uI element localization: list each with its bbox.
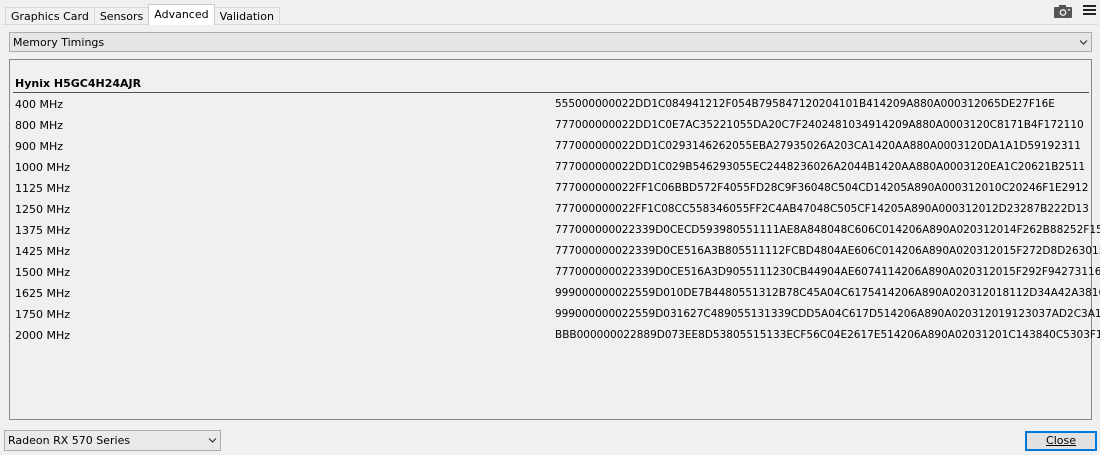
timing-value: BBB000000022889D073EE8D53805515133ECF56C…	[555, 329, 1100, 341]
timing-value: 777000000022DD1C029B546293055EC244823602…	[555, 161, 1086, 173]
timing-frequency: 800 MHz	[15, 119, 64, 132]
camera-icon[interactable]	[1053, 5, 1073, 18]
timing-row: 1250 MHz 777000000022FF1C08CC558346055FF2…	[15, 199, 1089, 220]
timing-value: 777000000022FF1C06BBD572F4055FD28C9F3604…	[555, 182, 1089, 194]
timing-frequency: 400 MHz	[15, 98, 64, 111]
tab-validation[interactable]: Validation	[213, 7, 280, 25]
timing-value: 777000000022FF1C08CC558346055FF2C4AB4704…	[555, 203, 1089, 215]
timing-frequency: 1625 MHz	[15, 287, 71, 300]
timing-row: 900 MHz 777000000022DD1C0293146262055EBA2…	[15, 136, 1089, 157]
timing-frequency: 1250 MHz	[15, 203, 71, 216]
timing-value: 777000000022DD1C0293146262055EBA27935026…	[555, 140, 1081, 152]
timing-value: 777000000022339D0CE516A3D9055111230CB449…	[555, 266, 1100, 278]
timing-value: 777000000022339D0CECD593980551111AE8A848…	[555, 224, 1100, 236]
tab-graphics-card[interactable]: Graphics Card	[5, 7, 95, 25]
tab-sensors[interactable]: Sensors	[93, 7, 150, 25]
timing-row: 1425 MHz 777000000022339D0CE516A3B8055111…	[15, 241, 1100, 262]
close-button[interactable]: Close	[1025, 431, 1097, 451]
timing-frequency: 1500 MHz	[15, 266, 71, 279]
timing-row: 1625 MHz 999000000022559D010DE7B448055131…	[15, 283, 1100, 304]
gpu-select-value: Radeon RX 570 Series	[8, 434, 131, 447]
timing-value: 555000000022DD1C084941212F054B7958471202…	[555, 98, 1055, 110]
tab-advanced[interactable]: Advanced	[148, 4, 215, 25]
memory-timings-list: Hynix H5GC4H24AJR 400 MHz 555000000022DD1…	[9, 59, 1100, 420]
section-select[interactable]: Memory Timings	[9, 32, 1092, 52]
tab-bar: Graphics Card Sensors Advanced Validatio…	[5, 4, 280, 25]
timing-value: 777000000022DD1C0E7AC35221055DA20C7F2402…	[555, 119, 1084, 131]
memory-vendor-name: Hynix H5GC4H24AJR	[15, 77, 142, 90]
timing-row: 400 MHz 555000000022DD1C084941212F054B795…	[15, 94, 1089, 115]
timing-row: 1500 MHz 777000000022339D0CE516A3D9055111…	[15, 262, 1100, 283]
timing-row: 2000 MHz BBB000000022889D073EE8D538055151…	[15, 325, 1100, 346]
timing-frequency: 1000 MHz	[15, 161, 71, 174]
timing-frequency: 1375 MHz	[15, 224, 71, 237]
timing-frequency: 1750 MHz	[15, 308, 71, 321]
timing-frequency: 2000 MHz	[15, 329, 71, 342]
timing-value: 999000000022559D010DE7B4480551312B78C45A…	[555, 287, 1100, 299]
chevron-down-icon	[1079, 38, 1088, 47]
timing-rows: 400 MHz 555000000022DD1C084941212F054B795…	[15, 94, 1100, 346]
timing-value: 777000000022339D0CE516A3B805511112FCBD48…	[555, 245, 1100, 257]
timing-value: 999000000022559D031627C489055131339CDD5A…	[555, 308, 1100, 320]
chevron-down-icon	[208, 436, 217, 445]
timing-frequency: 900 MHz	[15, 140, 64, 153]
timing-row: 1750 MHz 999000000022559D031627C489055131…	[15, 304, 1100, 325]
timing-frequency: 1125 MHz	[15, 182, 71, 195]
timing-frequency: 1425 MHz	[15, 245, 71, 258]
timing-row: 800 MHz 777000000022DD1C0E7AC35221055DA20…	[15, 115, 1089, 136]
timing-row: 1125 MHz 777000000022FF1C06BBD572F4055FD2…	[15, 178, 1089, 199]
timing-row: 1375 MHz 777000000022339D0CECD59398055111…	[15, 220, 1100, 241]
timing-row: 1000 MHz 777000000022DD1C029B546293055EC2…	[15, 157, 1089, 178]
section-select-value: Memory Timings	[13, 36, 105, 49]
gpu-select[interactable]: Radeon RX 570 Series	[4, 430, 221, 451]
memory-vendor-header: Hynix H5GC4H24AJR	[13, 76, 1089, 93]
gpu-z-window: Graphics Card Sensors Advanced Validatio…	[0, 0, 1100, 455]
hamburger-menu-icon[interactable]	[1083, 5, 1096, 17]
